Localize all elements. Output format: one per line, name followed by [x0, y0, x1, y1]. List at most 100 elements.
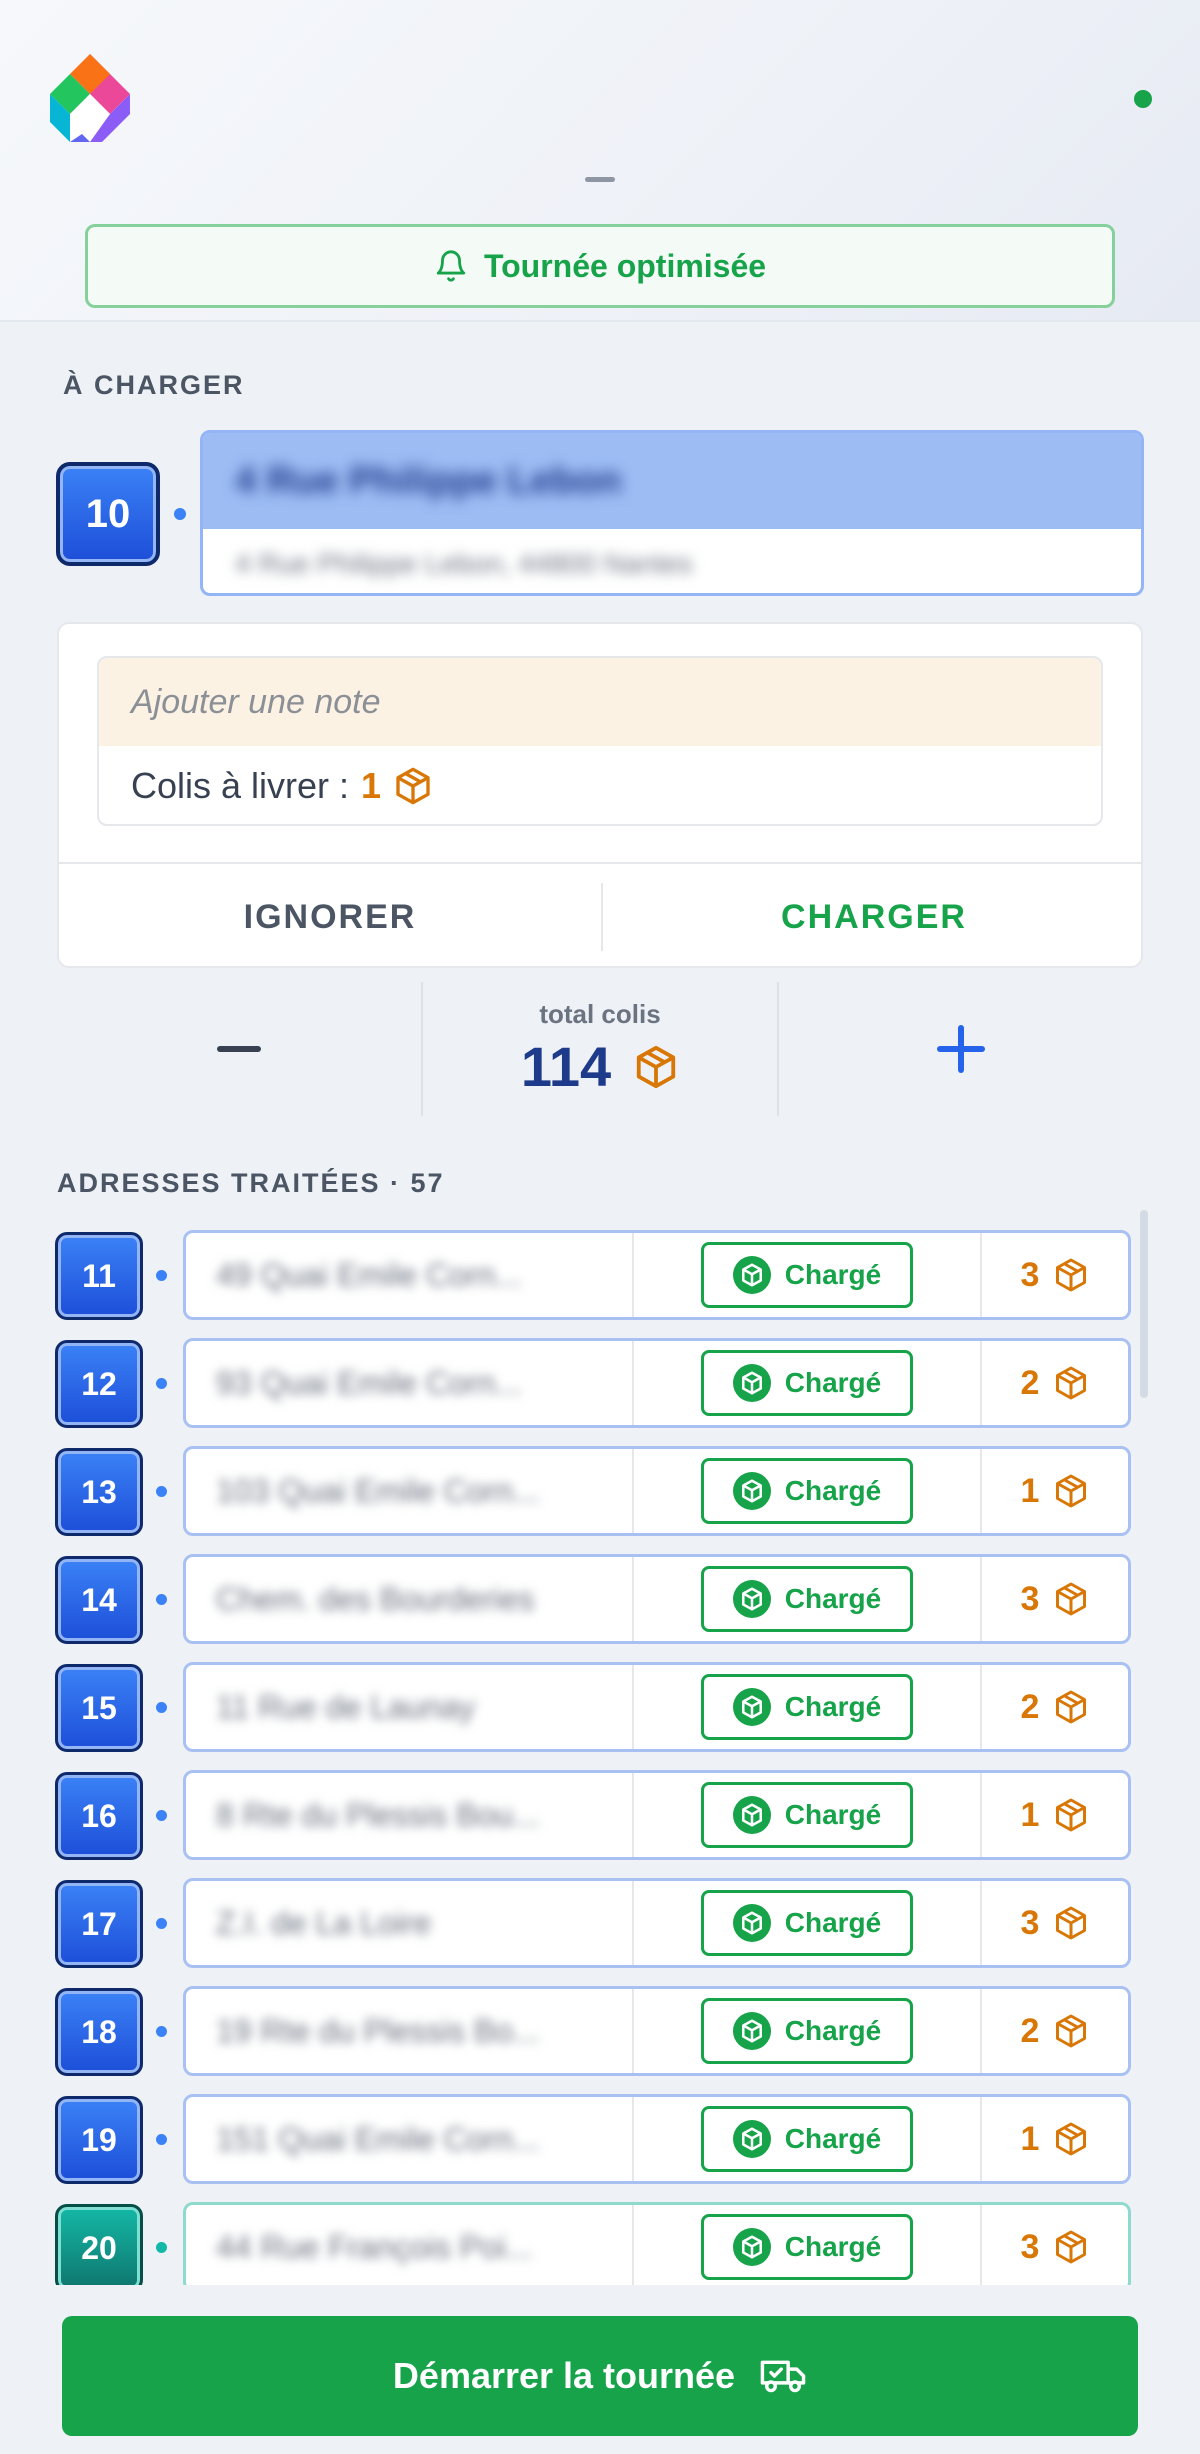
stop-number-badge: 19 [55, 2096, 143, 2184]
address-row-card[interactable]: Chem. des Bourderies Chargé 3 [183, 1554, 1131, 1644]
address-row-card[interactable]: 11 Rue de Launay Chargé 2 [183, 1662, 1131, 1752]
app-logo-icon [50, 54, 130, 142]
decrement-button[interactable] [57, 982, 421, 1116]
connector-dot [156, 2026, 167, 2037]
total-value: 114 [520, 1035, 612, 1098]
optimized-route-banner[interactable]: Tournée optimisée [85, 224, 1115, 308]
package-icon [396, 767, 430, 805]
processed-section-title: ADRESSES TRAITÉES · 57 [57, 1168, 445, 1198]
package-icon [1056, 1582, 1087, 1616]
loaded-status-button[interactable]: Chargé [701, 1350, 913, 1416]
package-icon [1056, 2122, 1087, 2156]
row-status: Chargé [784, 1799, 882, 1830]
stop-number-badge: 18 [55, 1988, 143, 2076]
row-package-count: 1 [1020, 2119, 1040, 2158]
address-row-card[interactable]: 44 Rue François Poi... Chargé 3 [183, 2202, 1131, 2285]
table-row[interactable]: 16 8 Rte du Plessis Bou... Chargé 1 [0, 1770, 1200, 1860]
connector-dot [156, 1486, 167, 1497]
total-label: total colis [539, 999, 661, 1029]
row-package-count: 3 [1020, 1903, 1040, 1942]
table-row[interactable]: 12 93 Quai Emile Corn... Chargé 2 [0, 1338, 1200, 1428]
table-row[interactable]: 17 Z.I. de La Loire Chargé 3 [0, 1878, 1200, 1968]
row-address: Chem. des Bourderies [216, 1580, 535, 1617]
loaded-status-button[interactable]: Chargé [701, 1566, 913, 1632]
loaded-status-icon [732, 1472, 771, 1510]
table-row[interactable]: 13 103 Quai Emile Corn... Chargé 1 [0, 1446, 1200, 1536]
row-package-count: 1 [1020, 1795, 1040, 1834]
address-row-card[interactable]: Z.I. de La Loire Chargé 3 [183, 1878, 1131, 1968]
sheet-drag-handle[interactable] [585, 177, 615, 182]
connector-dot [156, 1378, 167, 1389]
loaded-status-button[interactable]: Chargé [701, 1782, 913, 1848]
stop-number-badge: 13 [55, 1448, 143, 1536]
package-icon [1056, 2230, 1087, 2264]
start-route-button[interactable]: Démarrer la tournée [62, 2316, 1138, 2436]
loaded-status-button[interactable]: Chargé [701, 1458, 913, 1524]
row-package-count: 3 [1020, 1255, 1040, 1294]
plus-icon [937, 1025, 985, 1073]
loaded-status-button[interactable]: Chargé [701, 1998, 913, 2064]
start-route-label: Démarrer la tournée [392, 2355, 736, 2396]
table-row[interactable]: 20 44 Rue François Poi... Chargé 3 [0, 2202, 1200, 2285]
table-row[interactable]: 11 49 Quai Emile Corn... Chargé 3 [0, 1230, 1200, 1320]
note-box: Ajouter une note Colis à livrer : 1 [97, 656, 1103, 826]
table-row[interactable]: 18 19 Rte du Plessis Bo... Chargé 2 [0, 1986, 1200, 2076]
loaded-status-icon [732, 1580, 771, 1618]
row-status: Chargé [784, 2015, 882, 2046]
connector-dot [156, 1270, 167, 1281]
row-package-count: 1 [1020, 1471, 1040, 1510]
loaded-status-button[interactable]: Chargé [701, 1674, 913, 1740]
address-row-card[interactable]: 93 Quai Emile Corn... Chargé 2 [183, 1338, 1131, 1428]
loaded-status-button[interactable]: Chargé [701, 2106, 913, 2172]
add-note-field[interactable]: Ajouter une note [99, 658, 1101, 746]
package-icon [637, 1045, 676, 1088]
current-stop-number: 10 [56, 462, 160, 566]
stop-number-badge: 12 [55, 1340, 143, 1428]
loaded-status-icon [732, 2120, 771, 2158]
row-address: 93 Quai Emile Corn... [216, 1364, 522, 1401]
address-row-card[interactable]: 151 Quai Emile Corn... Chargé 1 [183, 2094, 1131, 2184]
connector-dot [156, 2134, 167, 2145]
table-row[interactable]: 14 Chem. des Bourderies Chargé 3 [0, 1554, 1200, 1644]
row-package-count: 2 [1020, 1687, 1040, 1726]
row-status: Chargé [784, 1259, 882, 1290]
row-status: Chargé [784, 2231, 882, 2262]
processed-address-list: 1 1 49 Quai Emile Corn... Chargé 3 12 93 … [0, 1230, 1200, 2285]
package-icon [1056, 2014, 1087, 2048]
connector-dot [156, 1702, 167, 1713]
row-address: 151 Quai Emile Corn... [216, 2120, 540, 2157]
charge-button[interactable]: CHARGER [603, 864, 1141, 966]
address-row-card[interactable]: 8 Rte du Plessis Bou... Chargé 1 [183, 1770, 1131, 1860]
package-icon [1056, 1798, 1087, 1832]
loaded-status-button[interactable]: Chargé [701, 1242, 913, 1308]
address-row-card[interactable]: 103 Quai Emile Corn... Chargé 1 [183, 1446, 1131, 1536]
loaded-status-button[interactable]: Chargé [701, 1890, 913, 1956]
connector-dot [156, 1810, 167, 1821]
stop-detail-card: Ajouter une note Colis à livrer : 1 IGNO… [57, 622, 1143, 968]
current-address-full: 4 Rue Philippe Lebon, 44800 Nantes [235, 548, 693, 579]
current-address-card[interactable]: 4 Rue Philippe Lebon 4 Rue Philippe Lebo… [200, 430, 1144, 596]
loaded-status-icon [732, 1256, 771, 1294]
colis-label: Colis à livrer : [131, 765, 350, 806]
row-status: Chargé [784, 1583, 882, 1614]
loaded-status-icon [732, 2228, 771, 2266]
table-row[interactable]: 15 11 Rue de Launay Chargé 2 [0, 1662, 1200, 1752]
row-status: Chargé [784, 1475, 882, 1506]
address-row-card[interactable]: 19 Rte du Plessis Bo... Chargé 2 [183, 1986, 1131, 2076]
table-row[interactable]: 19 151 Quai Emile Corn... Chargé 1 [0, 2094, 1200, 2184]
address-row-card[interactable]: 49 Quai Emile Corn... Chargé 3 [183, 1230, 1131, 1320]
loaded-status-button[interactable]: Chargé [701, 2214, 913, 2280]
to-load-section-title: À CHARGER [63, 370, 245, 400]
row-package-count: 3 [1020, 1579, 1040, 1618]
row-address: 44 Rue François Poi... [216, 2228, 533, 2265]
banner-text: Tournée optimisée [483, 247, 767, 284]
row-status: Chargé [784, 2123, 882, 2154]
row-package-count: 3 [1020, 2227, 1040, 2266]
row-address: 19 Rte du Plessis Bo... [216, 2012, 540, 2049]
increment-button[interactable] [779, 982, 1143, 1116]
stop-number-badge: 16 [55, 1772, 143, 1860]
current-address-main: 4 Rue Philippe Lebon [235, 459, 622, 502]
ignore-button[interactable]: IGNORER [59, 864, 601, 966]
loaded-status-icon [732, 1688, 771, 1726]
loaded-status-icon [732, 2012, 771, 2050]
